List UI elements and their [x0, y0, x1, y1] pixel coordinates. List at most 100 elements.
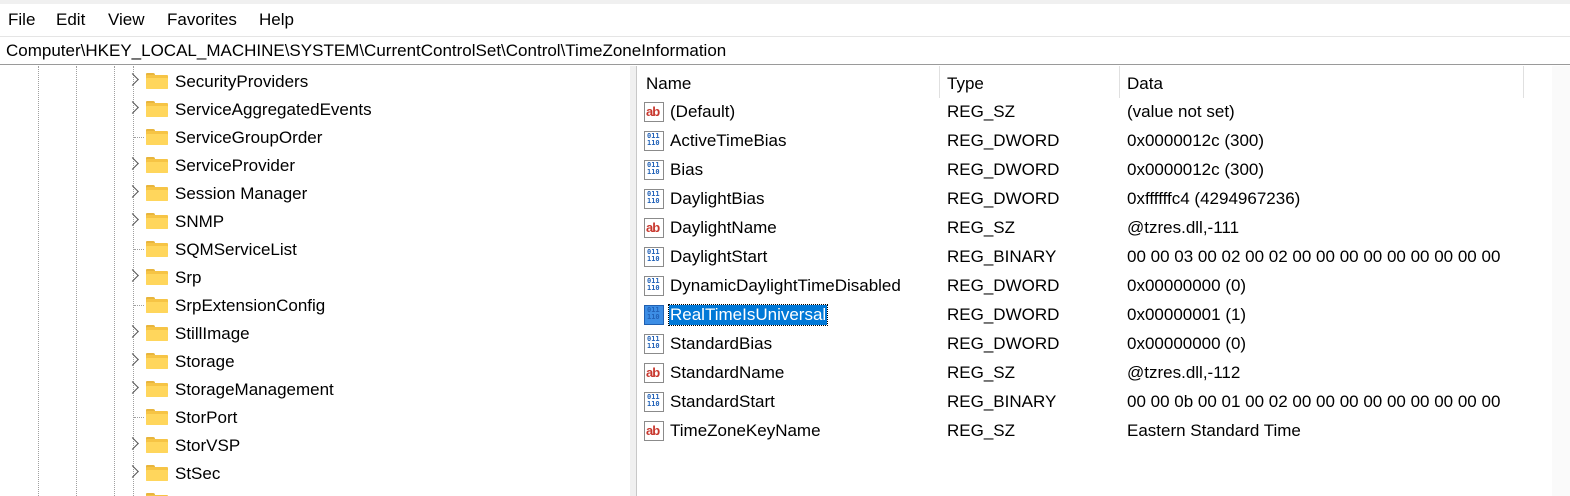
- tree-item-label: StSec: [175, 464, 221, 483]
- tree-connector: [134, 137, 144, 138]
- folder-icon: [146, 437, 168, 453]
- binary-value-icon: 011 110: [644, 131, 664, 151]
- value-row[interactable]: ab DaylightName REG_SZ @tzres.dll,-111: [637, 214, 1570, 243]
- chevron-right-icon[interactable]: [126, 157, 139, 170]
- tree-item[interactable]: Storage: [0, 347, 600, 375]
- chevron-right-icon[interactable]: [126, 269, 139, 282]
- menu-edit[interactable]: Edit: [56, 10, 85, 30]
- column-header-name[interactable]: Name: [646, 74, 691, 94]
- tree-connector: [134, 305, 144, 306]
- tree-item-label: SrpExtensionConfig: [175, 296, 326, 315]
- value-name[interactable]: (Default): [669, 102, 736, 122]
- value-name[interactable]: StandardName: [669, 363, 785, 383]
- chevron-right-icon[interactable]: [126, 213, 139, 226]
- key-tree[interactable]: SecurityProviders ServiceAggregatedEvents…: [0, 66, 630, 496]
- value-type: REG_SZ: [947, 218, 1016, 237]
- value-row[interactable]: 011 110 StandardBias REG_DWORD 0x00000000 (…: [637, 330, 1570, 359]
- tree-item[interactable]: StorPort: [0, 403, 600, 431]
- chevron-right-icon[interactable]: [126, 73, 139, 86]
- value-data: 00 00 0b 00 01 00 02 00 00 00 00 00 00 0…: [1127, 392, 1501, 411]
- value-row[interactable]: 011 110 DynamicDaylightTimeDisabled REG_DW…: [637, 272, 1570, 301]
- folder-icon: [146, 157, 168, 173]
- menu-view[interactable]: View: [108, 10, 145, 30]
- folder-icon: [146, 381, 168, 397]
- tree-item[interactable]: ServiceGroupOrder: [0, 123, 600, 151]
- folder-icon: [146, 73, 168, 89]
- tree-item[interactable]: Srp: [0, 263, 600, 291]
- tree-item[interactable]: ServiceAggregatedEvents: [0, 95, 600, 123]
- value-type: REG_BINARY: [947, 247, 1057, 266]
- tree-item[interactable]: StorageManagement: [0, 375, 600, 403]
- column-separator[interactable]: [1119, 66, 1120, 98]
- values-list[interactable]: Name Type Data ab (Default) REG_SZ (value n…: [637, 66, 1570, 496]
- value-row[interactable]: ab TimeZoneKeyName REG_SZ Eastern Standard …: [637, 417, 1570, 446]
- tree-item[interactable]: StSec: [0, 459, 600, 487]
- binary-value-icon: 011 110: [644, 189, 664, 209]
- tree-item-label: StorPort: [175, 408, 238, 427]
- tree-item[interactable]: Session Manager: [0, 179, 600, 207]
- tree-item[interactable]: SQMServiceList: [0, 235, 600, 263]
- value-row[interactable]: 011 110 RealTimeIsUniversal REG_DWORD 0x000…: [637, 301, 1570, 330]
- tree-item-label: ServiceAggregatedEvents: [175, 100, 372, 119]
- value-row[interactable]: ab StandardName REG_SZ @tzres.dll,-112: [637, 359, 1570, 388]
- value-data: @tzres.dll,-112: [1127, 363, 1241, 382]
- value-data: Eastern Standard Time: [1127, 421, 1301, 440]
- string-value-icon: ab: [644, 363, 664, 383]
- column-separator[interactable]: [939, 66, 940, 98]
- value-row[interactable]: 011 110 Bias REG_DWORD 0x0000012c (300): [637, 156, 1570, 185]
- tree-item[interactable]: StorVSP: [0, 431, 600, 459]
- value-name[interactable]: StandardBias: [669, 334, 773, 354]
- folder-icon: [146, 241, 168, 257]
- value-type: REG_DWORD: [947, 305, 1060, 324]
- tree-item[interactable]: SrpExtensionConfig: [0, 291, 600, 319]
- list-header: Name Type Data: [637, 66, 1570, 98]
- value-name[interactable]: StandardStart: [669, 392, 776, 412]
- tree-item[interactable]: ServiceProvider: [0, 151, 600, 179]
- menu-file[interactable]: File: [8, 10, 35, 30]
- binary-value-icon: 011 110: [644, 305, 664, 325]
- chevron-right-icon[interactable]: [126, 325, 139, 338]
- column-header-type[interactable]: Type: [947, 74, 984, 94]
- chevron-right-icon[interactable]: [126, 185, 139, 198]
- value-name[interactable]: DynamicDaylightTimeDisabled: [669, 276, 902, 296]
- folder-icon: [146, 297, 168, 313]
- tree-item[interactable]: SecurityProviders: [0, 67, 600, 95]
- tree-connector: [134, 249, 144, 250]
- value-data: 0x00000000 (0): [1127, 276, 1247, 295]
- value-name[interactable]: RealTimeIsUniversal: [667, 304, 829, 326]
- column-separator[interactable]: [1523, 66, 1524, 98]
- column-header-data[interactable]: Data: [1127, 74, 1163, 94]
- string-value-icon: ab: [644, 102, 664, 122]
- value-name[interactable]: DaylightStart: [669, 247, 768, 267]
- address-bar[interactable]: Computer\HKEY_LOCAL_MACHINE\SYSTEM\Curre…: [0, 36, 1570, 65]
- value-data: 0x00000000 (0): [1127, 334, 1247, 353]
- vertical-scrollbar[interactable]: [1552, 66, 1570, 496]
- value-name[interactable]: DaylightName: [669, 218, 778, 238]
- tree-item[interactable]: StillImage: [0, 319, 600, 347]
- value-name[interactable]: TimeZoneKeyName: [669, 421, 822, 441]
- folder-icon: [146, 325, 168, 341]
- tree-item-label: Session Manager: [175, 184, 308, 203]
- value-row[interactable]: ab (Default) REG_SZ (value not set): [637, 98, 1570, 127]
- string-value-icon: ab: [644, 218, 664, 238]
- binary-value-icon: 011 110: [644, 247, 664, 267]
- tree-item[interactable]: SNMP: [0, 207, 600, 235]
- chevron-right-icon[interactable]: [126, 381, 139, 394]
- chevron-right-icon[interactable]: [126, 353, 139, 366]
- value-row[interactable]: 011 110 ActiveTimeBias REG_DWORD 0x0000012c…: [637, 127, 1570, 156]
- address-path[interactable]: Computer\HKEY_LOCAL_MACHINE\SYSTEM\Curre…: [6, 41, 726, 61]
- folder-icon: [146, 129, 168, 145]
- value-name[interactable]: ActiveTimeBias: [669, 131, 788, 151]
- menu-favorites[interactable]: Favorites: [167, 10, 237, 30]
- chevron-right-icon[interactable]: [126, 465, 139, 478]
- value-row[interactable]: 011 110 DaylightBias REG_DWORD 0xffffffc4 (…: [637, 185, 1570, 214]
- folder-icon: [146, 465, 168, 481]
- menu-help[interactable]: Help: [259, 10, 294, 30]
- chevron-right-icon[interactable]: [126, 437, 139, 450]
- value-row[interactable]: 011 110 StandardStart REG_BINARY 00 00 0b 0…: [637, 388, 1570, 417]
- value-row[interactable]: 011 110 DaylightStart REG_BINARY 00 00 03 0…: [637, 243, 1570, 272]
- folder-icon: [146, 353, 168, 369]
- value-name[interactable]: DaylightBias: [669, 189, 766, 209]
- chevron-right-icon[interactable]: [126, 101, 139, 114]
- value-name[interactable]: Bias: [669, 160, 704, 180]
